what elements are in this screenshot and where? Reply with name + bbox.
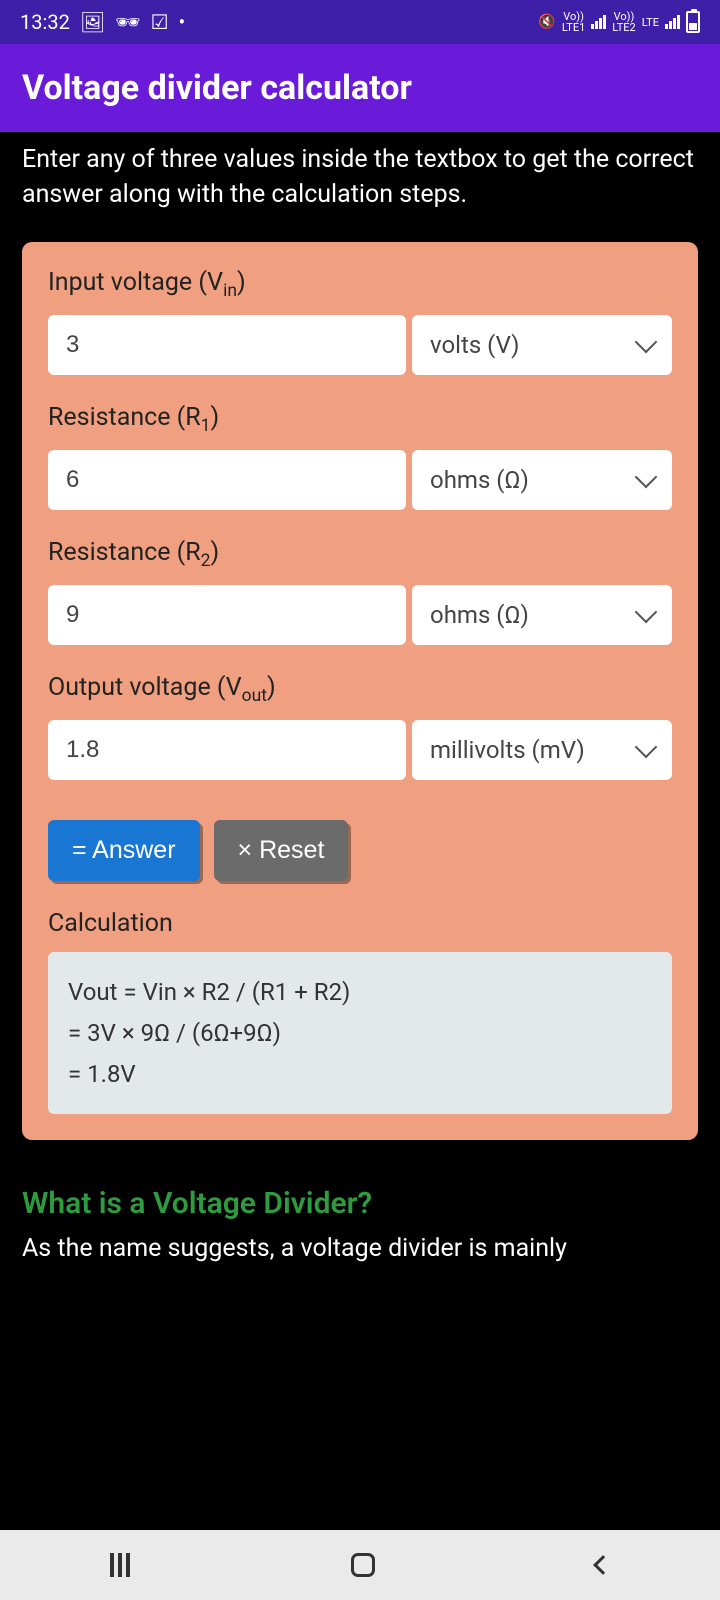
lte-label: LTE bbox=[642, 16, 659, 29]
app-header: Voltage divider calculator bbox=[0, 44, 720, 132]
r2-field: Resistance (R2) ohms (Ω) bbox=[48, 538, 672, 645]
vin-label: Input voltage (Vin) bbox=[48, 268, 672, 301]
r2-input[interactable] bbox=[48, 585, 406, 645]
status-left: 13:32 🖼 🕶 ☑ • bbox=[20, 10, 185, 34]
chevron-down-icon bbox=[635, 736, 658, 759]
r2-unit-select[interactable]: ohms (Ω) bbox=[412, 585, 672, 645]
calc-line-2: = 3V × 9Ω / (6Ω+9Ω) bbox=[68, 1013, 652, 1054]
vout-input[interactable] bbox=[48, 720, 406, 780]
lte1-indicator: Vo))LTE1 bbox=[562, 11, 585, 33]
calculator-card: Input voltage (Vin) volts (V) Resistance… bbox=[22, 242, 698, 1140]
chevron-down-icon bbox=[635, 601, 658, 624]
intro-text: Enter any of three values inside the tex… bbox=[0, 132, 720, 232]
back-button[interactable] bbox=[593, 1555, 613, 1575]
recent-apps-button[interactable] bbox=[110, 1553, 130, 1577]
incognito-icon: 🕶 bbox=[115, 10, 140, 34]
vin-unit-select[interactable]: volts (V) bbox=[412, 315, 672, 375]
chevron-down-icon bbox=[635, 331, 658, 354]
status-right: 🔇 Vo))LTE1 Vo))LTE2 LTE bbox=[538, 11, 700, 33]
r1-unit-select[interactable]: ohms (Ω) bbox=[412, 450, 672, 510]
section-text: As the name suggests, a voltage divider … bbox=[0, 1231, 720, 1266]
r1-field: Resistance (R1) ohms (Ω) bbox=[48, 403, 672, 510]
page-title: Voltage divider calculator bbox=[22, 68, 698, 108]
r1-input[interactable] bbox=[48, 450, 406, 510]
chevron-down-icon bbox=[635, 466, 658, 489]
vout-field: Output voltage (Vout) millivolts (mV) bbox=[48, 673, 672, 780]
r2-label: Resistance (R2) bbox=[48, 538, 672, 571]
vin-field: Input voltage (Vin) volts (V) bbox=[48, 268, 672, 375]
signal-1-icon bbox=[591, 15, 606, 29]
lte2-indicator: Vo))LTE2 bbox=[612, 11, 635, 33]
reset-button[interactable]: × Reset bbox=[214, 820, 349, 881]
r2-unit-value: ohms (Ω) bbox=[430, 601, 529, 629]
mute-icon: 🔇 bbox=[538, 14, 555, 30]
signal-2-icon bbox=[665, 15, 680, 29]
android-nav-bar bbox=[0, 1530, 720, 1600]
answer-button[interactable]: = Answer bbox=[48, 820, 200, 881]
section-heading: What is a Voltage Divider? bbox=[0, 1150, 720, 1231]
vout-label: Output voltage (Vout) bbox=[48, 673, 672, 706]
vout-unit-select[interactable]: millivolts (mV) bbox=[412, 720, 672, 780]
vin-input[interactable] bbox=[48, 315, 406, 375]
r1-label: Resistance (R1) bbox=[48, 403, 672, 436]
image-icon: 🖼 bbox=[80, 10, 105, 34]
battery-icon bbox=[686, 11, 700, 33]
status-time: 13:32 bbox=[20, 10, 70, 34]
calc-line-3: = 1.8V bbox=[68, 1054, 652, 1095]
r1-unit-value: ohms (Ω) bbox=[430, 466, 529, 494]
status-bar: 13:32 🖼 🕶 ☑ • 🔇 Vo))LTE1 Vo))LTE2 LTE bbox=[0, 0, 720, 44]
calculation-box: Vout = Vin × R2 / (R1 + R2) = 3V × 9Ω / … bbox=[48, 952, 672, 1114]
calculation-label: Calculation bbox=[48, 909, 672, 938]
home-button[interactable] bbox=[351, 1553, 375, 1577]
dot-icon: • bbox=[179, 10, 186, 34]
calc-line-1: Vout = Vin × R2 / (R1 + R2) bbox=[68, 972, 652, 1013]
vout-unit-value: millivolts (mV) bbox=[430, 736, 585, 764]
check-icon: ☑ bbox=[151, 10, 169, 34]
vin-unit-value: volts (V) bbox=[430, 331, 519, 359]
button-row: = Answer × Reset bbox=[48, 820, 672, 881]
